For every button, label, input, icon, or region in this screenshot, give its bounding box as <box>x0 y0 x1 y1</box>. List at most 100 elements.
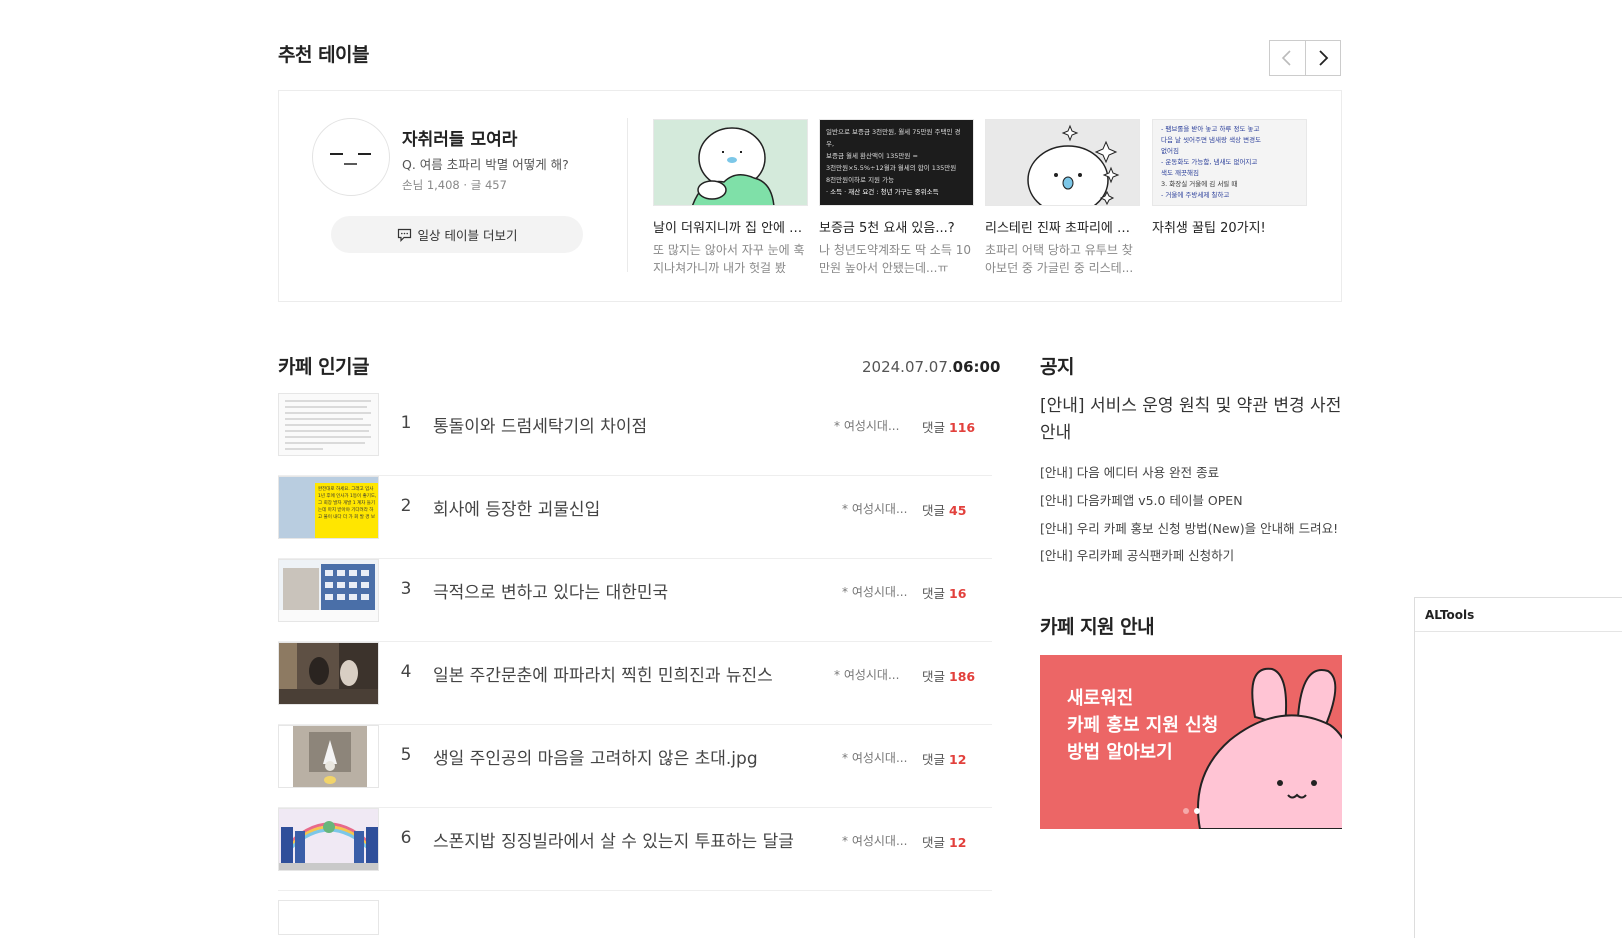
post-title: 보증금 5천 요새 있음...? <box>819 221 955 236</box>
comment-count: 116 <box>949 420 976 435</box>
paparazzi-photo-image <box>279 643 378 704</box>
thumb-text-line: - 팸브롤을 받아 놓고 하루 정도 놓고 <box>1161 125 1260 133</box>
popular-row[interactable]: 완전대로 하세요. 그래고 입사 1년 후에 인사가 1등이 좋기도, 그 회장… <box>278 476 992 559</box>
timestamp-hour: 06:00 <box>952 358 1001 376</box>
row-comments: 댓글 45 <box>922 500 966 519</box>
notice-item[interactable]: [안내] 다음카페앱 v5.0 테이블 OPEN <box>1040 490 1243 509</box>
carousel-dot[interactable] <box>1183 808 1189 814</box>
chat-bubble-icon <box>397 228 411 242</box>
character-sparkle-image <box>1027 124 1120 205</box>
notice-item[interactable]: [안내] 우리 카페 홍보 신청 방법(New)을 안내해 드려요! <box>1040 518 1338 537</box>
row-title[interactable]: 생일 주인공의 마음을 고려하지 않은 초대.jpg <box>433 744 758 769</box>
post-title: 날이 더워지니까 집 안에 날... <box>653 221 808 236</box>
popular-row[interactable]: 6 스폰지밥 징징빌라에서 살 수 있는지 투표하는 달글 * 여성시대... … <box>278 808 992 891</box>
recommended-post[interactable]: 날이 더워지니까 집 안에 날... 또 많지는 않아서 자꾸 눈에 훅 지나쳐… <box>653 119 808 277</box>
post-thumbnail: - 팸브롤을 받아 놓고 하루 정도 놓고 다음 날 씻어주면 냄새랑 색상 변… <box>1152 119 1307 206</box>
notice-item[interactable]: [안내] 우리카페 공식팬카페 신청하기 <box>1040 545 1234 564</box>
comment-label: 댓글 <box>922 752 946 767</box>
bunny-character-image <box>1197 667 1342 829</box>
thumb-text-line: - 운동화도 가능함, 냄새도 없어지고 <box>1161 158 1258 166</box>
row-title[interactable]: 극적으로 변하고 있다는 대한민국 <box>433 578 668 603</box>
thumb-text-line: 다음 날 씻어주면 냄새랑 색상 변경도 <box>1161 136 1262 144</box>
popular-row[interactable]: 4 일본 주간문춘에 파파라치 찍힌 민희진과 뉴진스 * 여성시대... 댓글… <box>278 642 992 725</box>
next-button[interactable] <box>1304 41 1341 75</box>
notice-item[interactable]: [안내] 다음 에디터 사용 완전 종료 <box>1040 462 1219 481</box>
popular-title: 카페 인기글 <box>278 356 370 378</box>
row-title[interactable]: 일본 주간문춘에 파파라치 찍힌 민희진과 뉴진스 <box>433 661 773 686</box>
text-document-image <box>285 400 371 450</box>
altools-title: ALTools <box>1425 608 1475 622</box>
post-thumbnail <box>985 119 1140 206</box>
popular-row[interactable]: 5 생일 주인공의 마음을 고려하지 않은 초대.jpg * 여성시대... 댓… <box>278 725 992 808</box>
thumb-text-line: · 소득 · 재산 요건 : 청년 가구는 중위소득 <box>826 188 939 196</box>
table-question[interactable]: Q. 여름 초파리 박멸 어떻게 해? <box>402 154 569 173</box>
more-tables-button[interactable]: 일상 테이블 더보기 <box>331 216 583 253</box>
divider <box>627 118 628 272</box>
row-comments: 댓글 12 <box>922 832 966 851</box>
table-name[interactable]: 자취러들 모여라 <box>402 125 517 150</box>
row-rank: 5 <box>400 745 412 765</box>
support-banner[interactable]: 새로워진 카페 홍보 지원 신청 방법 알아보기 <box>1040 655 1342 829</box>
notice-main-link[interactable]: [안내] 서비스 운영 원칙 및 약관 변경 사전 안내 <box>1040 393 1342 447</box>
row-title[interactable]: 회사에 등장한 괴물신입 <box>433 495 600 520</box>
support-title: 카페 지원 안내 <box>1040 616 1155 638</box>
row-cafe[interactable]: * 여성시대... <box>842 583 907 600</box>
prev-button[interactable] <box>1270 41 1305 75</box>
thumb-text-line: 3천만원×5.5%÷12월과 월세의 합이 135만원 <box>826 164 957 172</box>
row-thumbnail <box>278 900 379 935</box>
post-desc: 초파리 어택 당하고 유투브 찾아보던 중 가글린 중 리스테... <box>985 243 1134 275</box>
post-desc: 나 청년도약계좌도 딱 소득 10만원 높아서 안됐는데...ㅠ <box>819 243 971 275</box>
timestamp-date: 2024.07.07. <box>862 358 953 376</box>
row-cafe[interactable]: * 여성시대... <box>842 749 907 766</box>
row-cafe[interactable]: * 여성시대... <box>842 500 907 517</box>
row-thumbnail <box>278 642 379 705</box>
chat-screenshot-image: 완전대로 하세요. 그래고 입사 1년 후에 인사가 1등이 좋기도, 그 회장… <box>315 483 378 538</box>
post-title: 리스테린 진짜 초파리에 효... <box>985 221 1140 236</box>
recommended-title: 추천 테이블 <box>278 44 370 66</box>
row-rank: 2 <box>400 496 412 516</box>
post-title: 자취생 꿀팁 20가지! <box>1152 221 1266 236</box>
row-cafe[interactable]: * 여성시대... <box>842 832 907 849</box>
thumb-text-line: 보증금 월세 환산액이 135만원 = <box>826 152 918 160</box>
recommended-post[interactable]: 리스테린 진짜 초파리에 효... 초파리 어택 당하고 유투브 찾아보던 중 … <box>985 119 1140 277</box>
comment-count: 12 <box>949 835 967 850</box>
party-photo-image <box>293 726 367 787</box>
row-cafe[interactable]: * 여성시대... <box>834 417 899 434</box>
cartoon-street-image <box>279 809 378 870</box>
row-title[interactable]: 통돌이와 드럼세탁기의 차이점 <box>433 412 647 437</box>
notice-title: 공지 <box>1040 356 1074 378</box>
sleepy-face-icon <box>330 153 371 165</box>
row-rank: 3 <box>400 579 412 599</box>
table-avatar[interactable] <box>312 118 390 196</box>
row-title[interactable]: 스폰지밥 징징빌라에서 살 수 있는지 투표하는 달글 <box>433 827 794 852</box>
row-cafe[interactable]: * 여성시대... <box>834 666 899 683</box>
carousel-dot-active[interactable] <box>1194 808 1200 814</box>
recommended-post[interactable]: 일반으로 보증금 3천만원, 월세 75만원 주택인 경우, 보증금 월세 환산… <box>819 119 974 277</box>
row-thumbnail <box>278 393 379 456</box>
thumb-text-line: 일반으로 보증금 3천만원, 월세 75만원 주택인 경우, <box>826 128 961 148</box>
more-tables-label: 일상 테이블 더보기 <box>417 228 518 243</box>
post-desc: 또 많지는 않아서 자꾸 눈에 훅 지나쳐가니까 내가 헛걸 봤나... <box>653 243 805 275</box>
comment-label: 댓글 <box>922 586 946 601</box>
comment-count: 45 <box>949 503 967 518</box>
popular-row[interactable]: 3 극적으로 변하고 있다는 대한민국 * 여성시대... 댓글 16 <box>278 559 992 642</box>
thumb-text-line: 없어짐 <box>1161 147 1179 155</box>
recommended-post[interactable]: - 팸브롤을 받아 놓고 하루 정도 놓고 다음 날 씻어주면 냄새랑 색상 변… <box>1152 119 1307 236</box>
comment-count: 186 <box>949 669 976 684</box>
row-comments: 댓글 12 <box>922 749 966 768</box>
comment-label: 댓글 <box>922 503 946 518</box>
comment-count: 12 <box>949 752 967 767</box>
row-rank: 4 <box>400 662 412 682</box>
building-photo-image <box>279 560 378 621</box>
popular-row[interactable]: 1 통돌이와 드럼세탁기의 차이점 * 여성시대... 댓글 116 <box>278 393 992 476</box>
row-thumbnail <box>278 725 379 788</box>
row-comments: 댓글 186 <box>922 666 975 685</box>
thumb-text-line: 색도 깨끗해짐 <box>1161 169 1199 177</box>
row-rank: 6 <box>400 828 412 848</box>
row-thumbnail <box>278 808 379 871</box>
post-thumbnail <box>653 119 808 206</box>
row-comments: 댓글 116 <box>922 417 975 436</box>
thumb-text-line: 8천만원이하로 지원 가능 <box>826 176 895 184</box>
chevron-right-icon <box>1319 50 1329 66</box>
carousel-nav <box>1269 40 1341 76</box>
